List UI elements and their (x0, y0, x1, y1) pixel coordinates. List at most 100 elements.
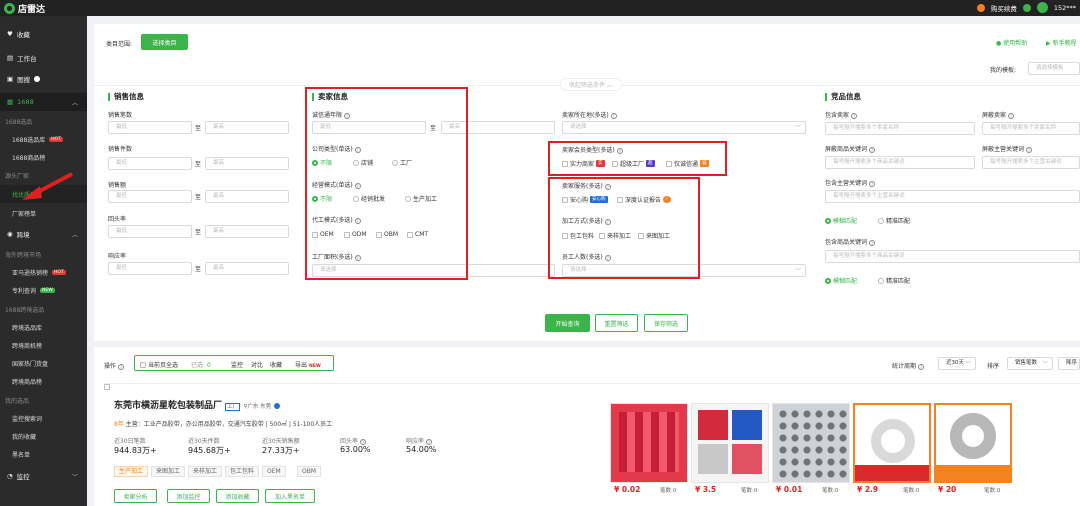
box-icon: ▦ (7, 98, 14, 106)
help-icon: ? (918, 363, 925, 370)
avatar[interactable] (1036, 2, 1048, 13)
collapse-filters[interactable]: 收起筛选条件 ︿ (560, 78, 622, 91)
repurchase-max[interactable]: 最高 (205, 225, 289, 238)
select-category-button[interactable]: 选择类目 (141, 34, 188, 50)
sidebar-item-workbench[interactable]: ▤ 工作台 (0, 49, 87, 67)
app-logo[interactable]: 店雷达 (4, 2, 45, 15)
help-icon: ? (1008, 112, 1015, 119)
new-badge: NEW (309, 364, 321, 369)
sales-amount-min[interactable]: 最低 (108, 190, 192, 203)
sales-amount-max[interactable]: 最高 (205, 190, 289, 203)
sales-pieces-min[interactable]: 最低 (108, 157, 192, 170)
include-goods-input[interactable]: 每号隔开搜索多个商品关键词 (825, 250, 1080, 263)
product-sold: 笔数:0 (984, 488, 1001, 494)
results-panel: 操作? 当前页全选 已选: 0 监控 对比 收藏 导出 NEW 统计周期? 近30… (94, 347, 1080, 506)
export-action[interactable]: 导出 NEW (295, 360, 321, 369)
sidebar-item-cross-goods[interactable]: 跨境商品榜 (0, 372, 87, 390)
order-select[interactable]: 降序 (1058, 357, 1080, 370)
buy-icon (976, 3, 985, 12)
stat-label: 近30日笔数 (114, 438, 146, 445)
sidebar-item-patent[interactable]: 专利查询 NEW (0, 281, 87, 299)
response-max[interactable]: 最高 (205, 262, 289, 275)
sidebar-section-cross[interactable]: ◉ 跨境 ︿ (0, 225, 87, 243)
sidebar-item-amazon[interactable]: 亚马逊热销榜 HOT (0, 263, 87, 281)
sidebar-item-cross-biz[interactable]: 跨境商机榜 (0, 336, 87, 354)
radio-icon (878, 277, 884, 284)
new-badge: NEW (40, 287, 55, 293)
product-image[interactable] (691, 403, 769, 483)
response-min[interactable]: 最低 (108, 262, 192, 275)
sales-count-max[interactable]: 最高 (205, 121, 289, 134)
sidebar-item-blacklist[interactable]: 黑名单 (0, 445, 87, 463)
repurchase-min[interactable]: 最低 (108, 225, 192, 238)
sidebar-item-monitor-search[interactable]: 监控搜索词 (0, 409, 87, 427)
compare-action[interactable]: 对比 (251, 360, 263, 369)
exclude-seller-label: 屏蔽卖家? (982, 112, 1015, 119)
factory-name[interactable]: 东莞市横沥星乾包装制品厂 工厂 ⚲广东 东莞 (114, 398, 281, 411)
sidebar-item-1688-lib[interactable]: 1688选品库 HOT (0, 130, 87, 148)
help-icon: ? (118, 363, 125, 370)
cloud-icon[interactable] (1022, 3, 1031, 12)
main-exact-match[interactable]: 精准匹配 (878, 216, 910, 225)
location-label: 卖家所在地(多选)? (562, 112, 617, 119)
sidebar-item-my-fav[interactable]: 我的收藏 (0, 427, 87, 445)
user-name[interactable]: 152*** (1054, 4, 1076, 12)
exclude-seller-input[interactable]: 每号隔开搜索多个卖家名称 (982, 122, 1080, 135)
help-link[interactable]: ● 使用帮助 (996, 38, 1027, 47)
exclude-kw-label: 屏蔽商品关键词? (825, 146, 876, 153)
save-filter-button[interactable]: 保存筛选 (644, 314, 688, 332)
years-badge: 8年 (114, 421, 124, 428)
exclude-main-kw-input[interactable]: 每号隔开搜索多个主营关键词 (982, 156, 1080, 169)
image-icon: ▣ (7, 75, 14, 83)
add-favorite-button[interactable]: 添加收藏 (216, 489, 259, 503)
exclude-kw-input[interactable]: 每号隔开搜索多个商品关键词 (825, 156, 975, 169)
sidebar-item-country-hot[interactable]: 国家热门货盘 (0, 354, 87, 372)
chevron-up-icon: ︿ (71, 231, 78, 239)
product-image[interactable] (853, 403, 931, 483)
sidebar-item-factory-rank[interactable]: 厂家榜单 (0, 204, 87, 222)
chevron-down-icon: ﹀ (1041, 361, 1048, 368)
sales-section-title: 销售信息 (108, 93, 144, 101)
reset-button[interactable]: 重置筛选 (595, 314, 638, 332)
product-image[interactable] (772, 403, 850, 483)
product-image[interactable] (934, 403, 1012, 483)
include-main-input[interactable]: 每号隔开搜索多个主营关键词 (825, 190, 1080, 203)
goods-fuzzy-match[interactable]: 模糊匹配 (825, 276, 857, 285)
add-monitor-button[interactable]: 添加监控 (167, 489, 210, 503)
sort-select[interactable]: 销售笔数 ﹀ (1007, 357, 1053, 370)
seller-analysis-button[interactable]: 卖家分析 (114, 489, 157, 503)
stat-label: 近30天销售额 (262, 438, 300, 445)
select-page-checkbox[interactable]: 当前页全选 (140, 360, 178, 369)
factory-location: ⚲广东 东莞 (243, 404, 272, 410)
sales-amount-label: 销售额 (108, 182, 127, 189)
selected-count: 已选: 0 (191, 362, 211, 369)
sales-count-min[interactable]: 最低 (108, 121, 192, 134)
sidebar-item-image-search[interactable]: ▣ 图搜 (0, 70, 87, 88)
tutorial-link[interactable]: ▶ 新手教程 (1046, 38, 1077, 47)
fav-action[interactable]: 收藏 (270, 360, 282, 369)
help-icon: ? (610, 112, 617, 119)
sidebar-group-overseas: 海外跨境市场 (5, 251, 42, 259)
main-fuzzy-match[interactable]: 模糊匹配 (825, 216, 857, 225)
oem-tag: OEM (262, 466, 286, 477)
sidebar-item-favorites[interactable]: ♥ 收藏 (0, 25, 87, 43)
goods-exact-match[interactable]: 精准匹配 (878, 276, 910, 285)
add-blacklist-button[interactable]: 加入黑名单 (265, 489, 315, 503)
row-checkbox[interactable] (104, 384, 110, 390)
location-select[interactable]: 请选择 ﹀ (562, 121, 806, 134)
monitor-action[interactable]: 监控 (231, 360, 243, 369)
period-select[interactable]: 近30天 ﹀ (938, 357, 976, 370)
template-select[interactable]: 请选择模板 (1028, 62, 1080, 75)
sidebar-item-cross-lib[interactable]: 跨境选品库 (0, 318, 87, 336)
sidebar-section-monitor[interactable]: ◔ 监控 ﹀ (0, 467, 87, 485)
sidebar-group-mine: 我的选品 (5, 397, 30, 405)
search-button[interactable]: 开始查询 (545, 314, 590, 332)
sales-pieces-max[interactable]: 最高 (205, 157, 289, 170)
product-image[interactable] (610, 403, 688, 483)
chevron-down-icon: ﹀ (71, 473, 78, 481)
app-name: 店雷达 (18, 5, 46, 15)
sidebar-item-1688-goods[interactable]: 1688商品榜 (0, 148, 87, 166)
include-seller-input[interactable]: 每号隔开搜索多个卖家名称 (825, 122, 975, 135)
buy-plan-link[interactable]: 购买续费 (991, 3, 1017, 13)
sidebar-section-1688[interactable]: ▦ 1688 ︿ (0, 93, 87, 111)
